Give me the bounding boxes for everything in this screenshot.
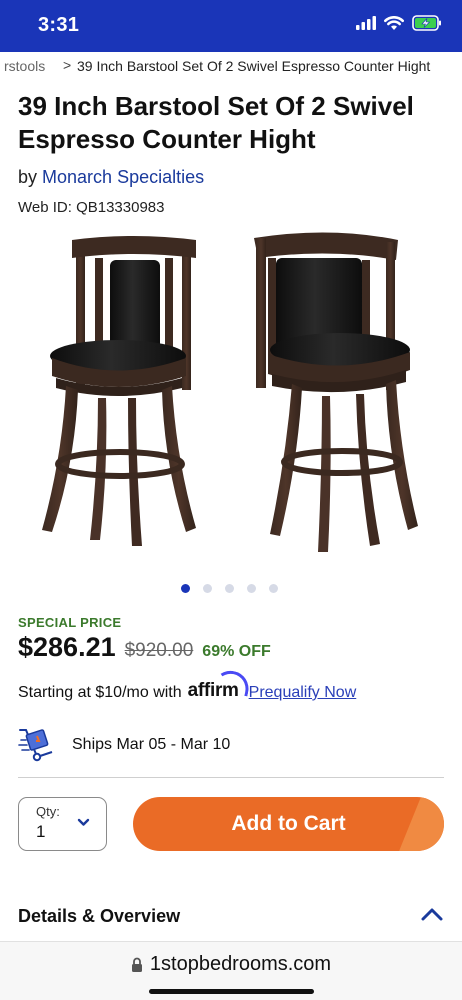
breadcrumb-previous[interactable]: rstools (4, 58, 45, 74)
quantity-value: 1 (36, 822, 46, 841)
product-image[interactable] (0, 228, 462, 570)
home-indicator (149, 989, 314, 994)
details-accordion-header[interactable]: Details & Overview (18, 903, 444, 931)
carousel-dot-2[interactable] (203, 584, 212, 593)
battery-charging-icon (412, 15, 441, 31)
details-title: Details & Overview (18, 906, 181, 926)
breadcrumb-separator: > (63, 57, 72, 73)
price-row: $286.21 $920.00 69% OFF (18, 632, 271, 663)
wifi-icon (384, 15, 404, 30)
button-sheen (399, 797, 444, 851)
carousel-dot-3[interactable] (225, 584, 234, 593)
browser-url-bar[interactable]: 1stopbedrooms.com (0, 941, 462, 1000)
barstool-right (254, 232, 418, 552)
carousel-dot-1[interactable] (181, 584, 190, 593)
delivery-truck-icon (18, 729, 53, 762)
status-icons (356, 15, 442, 31)
financing-text: Starting at $10/mo with (18, 684, 182, 701)
image-carousel-dots (181, 584, 278, 593)
barstool-left (42, 236, 196, 546)
product-title: 39 Inch Barstool Set Of 2 Swivel Espress… (18, 91, 414, 154)
add-to-cart-button[interactable]: Add to Cart (133, 797, 444, 851)
current-price: $286.21 (18, 632, 116, 662)
by-prefix: by (18, 167, 38, 187)
status-bar: 3:31 (0, 0, 462, 52)
quantity-label: Qty: (36, 804, 60, 819)
shipping-dates: Ships Mar 05 - Mar 10 (72, 736, 231, 753)
prequalify-link[interactable]: Prequalify Now (249, 684, 357, 702)
signal-icon (356, 16, 376, 30)
status-time: 3:31 (38, 14, 80, 36)
carousel-dot-5[interactable] (269, 584, 278, 593)
discount-badge: 69% OFF (202, 643, 271, 660)
section-divider (18, 777, 444, 778)
add-to-cart-label: Add to Cart (231, 812, 346, 835)
brand-link[interactable]: Monarch Specialties (42, 167, 204, 187)
breadcrumb: rstools > 39 Inch Barstool Set Of 2 Swiv… (0, 56, 462, 78)
affirm-logo: affirm (188, 667, 252, 702)
by-line: by Monarch Specialties (18, 167, 204, 188)
special-price-label: SPECIAL PRICE (18, 615, 122, 630)
url-content: 1stopbedrooms.com (0, 953, 462, 976)
carousel-dot-4[interactable] (247, 584, 256, 593)
chevron-up-icon (421, 908, 443, 921)
quantity-select[interactable]: Qty: 1 (18, 797, 107, 851)
chevron-down-icon (77, 818, 90, 826)
lock-icon (131, 957, 142, 972)
breadcrumb-current: 39 Inch Barstool Set Of 2 Swivel Espress… (77, 58, 431, 74)
url-text: 1stopbedrooms.com (149, 953, 332, 975)
web-id: Web ID: QB13330983 (18, 199, 165, 216)
financing-row: Starting at $10/mo with affirm Prequalif… (18, 667, 357, 702)
original-price: $920.00 (124, 640, 194, 661)
